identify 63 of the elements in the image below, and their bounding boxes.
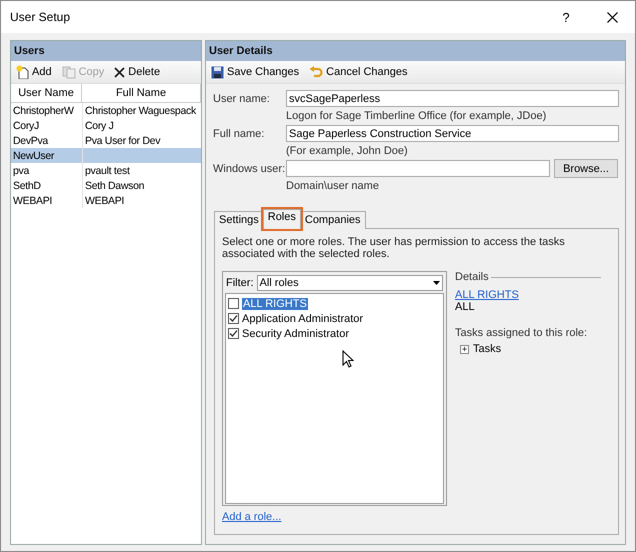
tab[interactable]: Settings — [214, 211, 264, 229]
table-cell: Christopher Waguespack — [82, 103, 201, 118]
browse-button[interactable]: Browse... — [554, 159, 618, 178]
table-cell-text: WEBAPI — [12, 194, 54, 206]
toolbar-button[interactable]: Save Changes — [209, 64, 302, 80]
details-heading: Details — [455, 271, 489, 283]
table-cell: Seth Dawson — [82, 178, 201, 193]
toolbar-button[interactable]: Cancel Changes — [307, 64, 410, 80]
tab[interactable]: Roles — [262, 209, 301, 229]
checkbox[interactable] — [228, 298, 239, 309]
role-link[interactable]: ALL RIGHTS — [455, 289, 519, 301]
filter-label: Filter: — [226, 277, 254, 289]
roles-description: Select one or more roles. The user has permission to access the tasks associated with the selected roles. — [222, 236, 566, 260]
panel-header: Users — [11, 41, 201, 61]
tree-node[interactable]: Tasks — [473, 343, 502, 355]
toolbar-button[interactable]: Add — [14, 64, 54, 80]
field-label: Windows user: — [213, 162, 286, 174]
add-role-link[interactable]: Add a role... — [222, 511, 282, 523]
close-icon[interactable] — [606, 12, 618, 22]
table-cell-text: pva — [12, 164, 30, 176]
table-cell-text: CoryJ — [12, 120, 40, 132]
copy-icon — [62, 66, 76, 78]
user-row[interactable]: NewUser — [11, 148, 201, 163]
close-icon — [114, 66, 126, 78]
toolbar-button[interactable]: Delete — [112, 65, 162, 79]
role-value: ALL — [455, 301, 476, 313]
user-row[interactable]: ChristopherW Christopher Waguespack — [11, 103, 201, 118]
field-hint: (For example, John Doe) — [286, 144, 409, 158]
mouse-cursor-icon — [342, 350, 354, 368]
undo-arrow-icon — [309, 66, 324, 78]
new-file-icon — [16, 65, 29, 79]
field-label: User name: — [213, 92, 271, 104]
user-row[interactable]: WEBAPI WEBAPI — [11, 193, 201, 208]
table-cell-text: ChristopherW — [12, 104, 75, 116]
tasks-label: Tasks assigned to this role: — [455, 327, 588, 339]
field-hint: Domain\user name — [286, 178, 380, 194]
expand-button[interactable]: + — [460, 344, 469, 354]
role-label[interactable]: Application Administrator — [242, 312, 364, 324]
window-title: User Setup — [10, 10, 72, 24]
dropdown-arrow-icon — [431, 280, 442, 286]
table-cell: Cory J — [82, 118, 201, 133]
help-button[interactable]: ? — [543, 10, 589, 24]
table-cell: pvault test — [82, 163, 201, 178]
panel-header: User Details — [206, 41, 625, 61]
checkbox[interactable] — [228, 328, 239, 339]
filter-dropdown[interactable]: All roles — [256, 275, 443, 291]
table-cell-text: SethD — [12, 180, 42, 192]
role-label[interactable]: Security Administrator — [242, 328, 349, 340]
table-cell-text: DevPva — [12, 134, 50, 146]
user-row[interactable]: pva pvault test — [11, 163, 201, 178]
table-cell: WEBAPI — [82, 193, 201, 208]
column-header[interactable]: Full Name — [82, 84, 201, 102]
user-row[interactable]: SethD Seth Dawson — [11, 178, 201, 193]
checkbox[interactable] — [228, 313, 239, 324]
user-row[interactable]: CoryJ Cory J — [11, 118, 201, 133]
field-hint: Logon for Sage Timberline Office (for example, JDoe) — [286, 108, 548, 124]
role-label[interactable]: ALL RIGHTS — [242, 298, 308, 310]
field-label: Full name: — [213, 128, 266, 140]
input-field[interactable] — [286, 160, 550, 177]
table-cell-text: NewUser — [12, 150, 56, 162]
input-field[interactable]: svcSagePaperless — [286, 90, 619, 107]
input-field[interactable]: Sage Paperless Construction Service — [286, 125, 619, 142]
column-header[interactable]: User Name — [11, 84, 82, 102]
